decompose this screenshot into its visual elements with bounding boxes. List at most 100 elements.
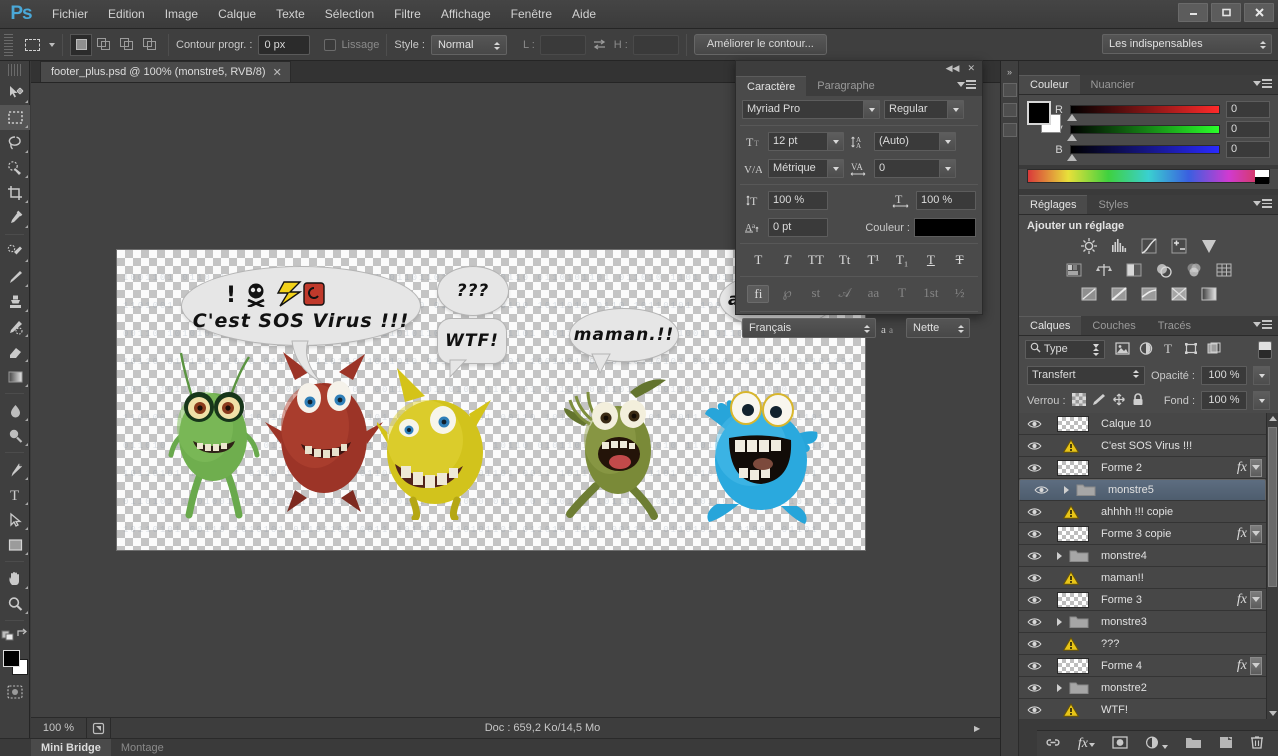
vertical-scale-input[interactable]: 100 %: [768, 191, 828, 210]
ordinals-button[interactable]: 1st: [920, 285, 942, 303]
smart-object-filter-icon[interactable]: [1207, 342, 1221, 358]
character-panel-titlebar[interactable]: ◀◀ ✕: [736, 61, 982, 76]
mini-layers-icon[interactable]: [1003, 123, 1017, 137]
style-select[interactable]: Normal: [431, 35, 507, 55]
layer-row[interactable]: monstre5: [1019, 479, 1266, 501]
layer-row[interactable]: Calque 10: [1019, 413, 1266, 435]
workspace-select[interactable]: Les indispensables: [1102, 34, 1272, 54]
menu-edition[interactable]: Edition: [98, 3, 155, 25]
tab-couleur[interactable]: Couleur: [1019, 75, 1080, 94]
tab-mini-bridge[interactable]: Mini Bridge: [31, 739, 111, 756]
gradient-tool[interactable]: [0, 364, 30, 389]
faux-bold-button[interactable]: T: [747, 252, 769, 268]
layer-row[interactable]: WTF!: [1019, 699, 1266, 719]
height-input[interactable]: [633, 35, 679, 55]
tab-caractere[interactable]: Caractère: [736, 76, 806, 96]
layer-row[interactable]: Forme 2fx: [1019, 457, 1266, 479]
underline-button[interactable]: T: [920, 252, 942, 268]
titling-alternates-button[interactable]: T: [891, 285, 913, 303]
invert-icon[interactable]: [1078, 284, 1100, 303]
layer-visibility-toggle[interactable]: [1019, 441, 1049, 451]
brightness-contrast-icon[interactable]: [1078, 236, 1100, 255]
layer-visibility-toggle[interactable]: [1019, 683, 1049, 693]
vibrance-icon[interactable]: [1198, 236, 1220, 255]
zoom-level[interactable]: 100 %: [31, 718, 87, 739]
speech-bubble-sos-virus[interactable]: ! C'est SOS Virus !!!: [181, 266, 421, 346]
layer-list-scrollbar[interactable]: [1266, 413, 1278, 719]
new-selection-button[interactable]: [70, 34, 92, 56]
color-panel-menu-icon[interactable]: [1253, 79, 1272, 88]
channel-value-r[interactable]: 0: [1226, 101, 1270, 118]
speech-bubble-question[interactable]: ???: [437, 266, 509, 316]
feather-input[interactable]: 0 px: [258, 35, 310, 55]
layer-effects-indicator[interactable]: fx: [1232, 525, 1266, 543]
layer-effects-indicator[interactable]: fx: [1232, 657, 1266, 675]
filter-toggle-switch[interactable]: [1258, 341, 1272, 359]
monster-yellow[interactable]: [377, 360, 497, 520]
add-to-selection-button[interactable]: [93, 34, 115, 56]
channel-mixer-icon[interactable]: [1183, 260, 1205, 279]
channel-value-v[interactable]: 0: [1226, 121, 1270, 138]
blur-tool[interactable]: [0, 398, 30, 423]
threshold-icon[interactable]: [1108, 284, 1130, 303]
levels-icon[interactable]: [1108, 236, 1130, 255]
slider-track-r[interactable]: [1070, 105, 1220, 114]
quick-mask-toggle[interactable]: [0, 681, 30, 703]
document-info-icon[interactable]: [87, 718, 111, 739]
pen-tool[interactable]: [0, 457, 30, 482]
new-layer-icon[interactable]: [1219, 736, 1233, 752]
layer-visibility-toggle[interactable]: [1019, 419, 1049, 429]
quick-selection-tool[interactable]: [0, 155, 30, 180]
hue-saturation-icon[interactable]: [1063, 260, 1085, 279]
tab-reglages[interactable]: Réglages: [1019, 195, 1087, 214]
gradient-map-icon[interactable]: [1138, 284, 1160, 303]
posterize-icon[interactable]: [1213, 260, 1235, 279]
tracking-input[interactable]: 0: [874, 159, 956, 178]
horizontal-type-tool[interactable]: T: [0, 482, 30, 507]
default-colors-icon[interactable]: [1, 628, 15, 641]
oldstyle-button[interactable]: aa: [862, 285, 884, 303]
fill-dropdown-icon[interactable]: [1253, 391, 1270, 410]
layer-visibility-toggle[interactable]: [1019, 661, 1049, 671]
type-filter-icon[interactable]: T: [1162, 342, 1175, 358]
font-style-select[interactable]: Regular: [884, 100, 964, 119]
status-expand-arrow-icon[interactable]: ▶: [974, 724, 1000, 733]
new-adjustment-layer-icon[interactable]: [1145, 736, 1168, 752]
color-balance-icon[interactable]: [1093, 260, 1115, 279]
lasso-tool[interactable]: [0, 130, 30, 155]
document-tab[interactable]: footer_plus.psd @ 100% (monstre5, RVB/8)…: [40, 61, 291, 82]
layer-filter-select[interactable]: Type: [1025, 340, 1105, 359]
slider-track-v[interactable]: [1070, 125, 1220, 134]
collapse-panel-icon[interactable]: ◀◀: [946, 63, 960, 74]
path-selection-tool[interactable]: [0, 507, 30, 532]
rectangle-tool[interactable]: [0, 532, 30, 557]
menu-aide[interactable]: Aide: [562, 3, 606, 25]
expand-dock-icon[interactable]: »: [1001, 67, 1018, 77]
speech-bubble-wtf[interactable]: WTF!: [437, 318, 507, 364]
tab-calques[interactable]: Calques: [1019, 316, 1081, 335]
close-panel-icon[interactable]: ✕: [967, 63, 975, 74]
horizontal-scale-input[interactable]: 100 %: [916, 191, 976, 210]
tab-styles[interactable]: Styles: [1087, 195, 1139, 214]
layer-visibility-toggle[interactable]: [1019, 617, 1049, 627]
slider-track-b[interactable]: [1070, 145, 1220, 154]
layer-row[interactable]: Forme 4fx: [1019, 655, 1266, 677]
tool-preset-chevron-down-icon[interactable]: [49, 43, 55, 47]
layer-row[interactable]: ahhhh !!! copie: [1019, 501, 1266, 523]
close-button[interactable]: [1244, 3, 1274, 22]
channel-value-b[interactable]: 0: [1226, 141, 1270, 158]
history-brush-tool[interactable]: [0, 314, 30, 339]
eyedropper-tool[interactable]: [0, 205, 30, 230]
dodge-tool[interactable]: [0, 423, 30, 448]
document-tab-close-icon[interactable]: ✕: [273, 66, 282, 79]
layer-row[interactable]: monstre3: [1019, 611, 1266, 633]
layer-visibility-toggle[interactable]: [1019, 507, 1049, 517]
menu-image[interactable]: Image: [155, 3, 208, 25]
group-disclosure-triangle-icon[interactable]: [1053, 618, 1065, 626]
foreground-color-swatch[interactable]: [3, 650, 20, 667]
text-color-swatch[interactable]: [914, 218, 976, 237]
font-family-select[interactable]: Myriad Pro: [742, 100, 880, 119]
tab-nuancier[interactable]: Nuancier: [1080, 75, 1146, 94]
antialias-checkbox[interactable]: [324, 39, 336, 51]
subscript-button[interactable]: T₁: [891, 252, 913, 268]
